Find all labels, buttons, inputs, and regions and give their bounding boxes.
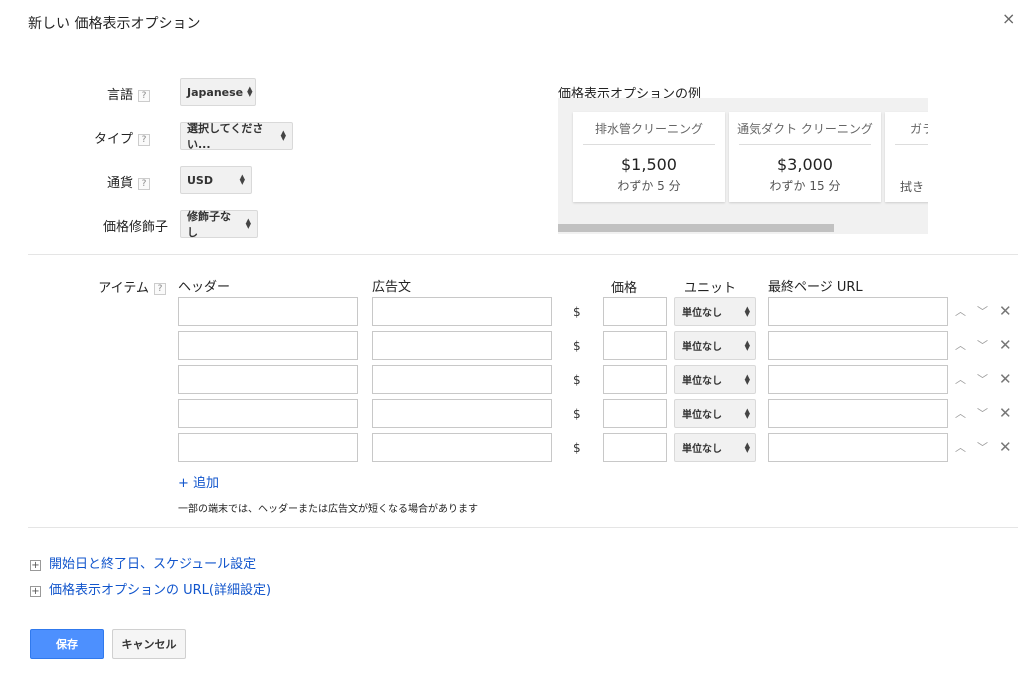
item-final-url-input[interactable] [768,399,948,428]
item-header-input[interactable] [178,297,358,326]
schedule-section-toggle[interactable]: + 開始日と終了日、スケジュール設定 [30,553,256,572]
remove-item-icon[interactable]: ✕ [999,302,1012,320]
select-arrows-icon: ▲ ▼ [245,217,251,230]
column-header-ad-text: 広告文 [372,280,412,295]
item-header-input[interactable] [178,399,358,428]
preview-card: 通気ダクト クリーニング $3,000 わずか 15 分 [729,112,881,202]
column-header-unit: ユニット [684,281,737,296]
remove-item-icon[interactable]: ✕ [999,336,1012,354]
item-ad-text-input[interactable] [372,297,552,326]
help-icon[interactable]: ? [154,283,166,295]
help-icon[interactable]: ? [138,90,150,102]
type-label: タイプ? [20,128,150,147]
remove-item-icon[interactable]: ✕ [999,370,1012,388]
save-button[interactable]: 保存 [30,629,104,659]
currency-symbol: $ [573,407,581,421]
expand-icon: + [30,560,41,571]
move-up-icon[interactable]: ︿ [955,337,966,353]
item-price-input[interactable] [603,297,667,326]
item-final-url-input[interactable] [768,365,948,394]
preview-card: ガラ 拭き [885,112,928,202]
item-ad-text-input[interactable] [372,433,552,462]
dialog-title: 新しい 価格表示オプション [28,16,201,32]
currency-symbol: $ [573,339,581,353]
move-down-icon[interactable]: ﹀ [977,405,988,421]
move-down-icon[interactable]: ﹀ [977,371,988,387]
item-ad-text-input[interactable] [372,331,552,360]
preview-carousel: 排水管クリーニング $1,500 わずか 5 分 通気ダクト クリーニング $3… [558,98,928,234]
select-arrows-icon: ▲ ▼ [239,173,245,186]
currency-symbol: $ [573,441,581,455]
item-price-input[interactable] [603,365,667,394]
select-arrows-icon: ▲ ▼ [247,85,253,98]
item-unit-select[interactable]: 単位なし ▲ ▼ [674,331,756,360]
add-item-link[interactable]: + 追加 [178,472,219,491]
preview-scrollbar-thumb[interactable] [558,224,834,232]
move-down-icon[interactable]: ﹀ [977,337,988,353]
divider [28,254,1018,255]
item-header-input[interactable] [178,433,358,462]
qualifier-select[interactable]: 修飾子なし ▲ ▼ [180,210,258,239]
item-header-input[interactable] [178,331,358,360]
select-arrows-icon: ▲ ▼ [744,338,750,352]
select-arrows-icon: ▲ ▼ [744,406,750,420]
item-price-input[interactable] [603,331,667,360]
item-price-input[interactable] [603,433,667,462]
currency-label: 通貨? [20,172,150,191]
move-up-icon[interactable]: ︿ [955,371,966,387]
item-ad-text-input[interactable] [372,399,552,428]
remove-item-icon[interactable]: ✕ [999,404,1012,422]
item-final-url-input[interactable] [768,297,948,326]
currency-select[interactable]: USD ▲ ▼ [180,166,252,194]
url-advanced-section-toggle[interactable]: + 価格表示オプションの URL(詳細設定) [30,579,271,598]
language-select[interactable]: Japanese ▲ ▼ [180,78,256,106]
remove-item-icon[interactable]: ✕ [999,438,1012,456]
close-icon[interactable]: × [1002,9,1015,28]
currency-symbol: $ [573,373,581,387]
item-unit-select[interactable]: 単位なし ▲ ▼ [674,297,756,326]
help-icon[interactable]: ? [138,134,150,146]
select-arrows-icon: ▲ ▼ [744,304,750,318]
move-down-icon[interactable]: ﹀ [977,439,988,455]
item-final-url-input[interactable] [768,331,948,360]
select-arrows-icon: ▲ ▼ [744,440,750,454]
preview-card: 排水管クリーニング $1,500 わずか 5 分 [573,112,725,202]
divider [28,527,1018,528]
help-icon[interactable]: ? [138,178,150,190]
cancel-button[interactable]: キャンセル [112,629,186,659]
move-down-icon[interactable]: ﹀ [977,303,988,319]
currency-symbol: $ [573,305,581,319]
item-final-url-input[interactable] [768,433,948,462]
item-unit-select[interactable]: 単位なし ▲ ▼ [674,433,756,462]
item-ad-text-input[interactable] [372,365,552,394]
column-header-final-url: 最終ページ URL [768,280,863,295]
item-unit-select[interactable]: 単位なし ▲ ▼ [674,365,756,394]
truncation-note: 一部の端末では、ヘッダーまたは広告文が短くなる場合があります [178,504,478,515]
items-label: アイテム? [36,277,166,296]
expand-icon: + [30,586,41,597]
column-header-header: ヘッダー [178,280,231,295]
column-header-price: 価格 [611,281,638,296]
move-up-icon[interactable]: ︿ [955,405,966,421]
item-price-input[interactable] [603,399,667,428]
item-unit-select[interactable]: 単位なし ▲ ▼ [674,399,756,428]
type-select[interactable]: 選択してください... ▲ ▼ [180,122,293,151]
select-arrows-icon: ▲ ▼ [280,129,286,142]
item-header-input[interactable] [178,365,358,394]
qualifier-label: 価格修飾子 [102,220,168,235]
select-arrows-icon: ▲ ▼ [744,372,750,386]
move-up-icon[interactable]: ︿ [955,439,966,455]
language-label: 言語? [20,84,150,103]
move-up-icon[interactable]: ︿ [955,303,966,319]
